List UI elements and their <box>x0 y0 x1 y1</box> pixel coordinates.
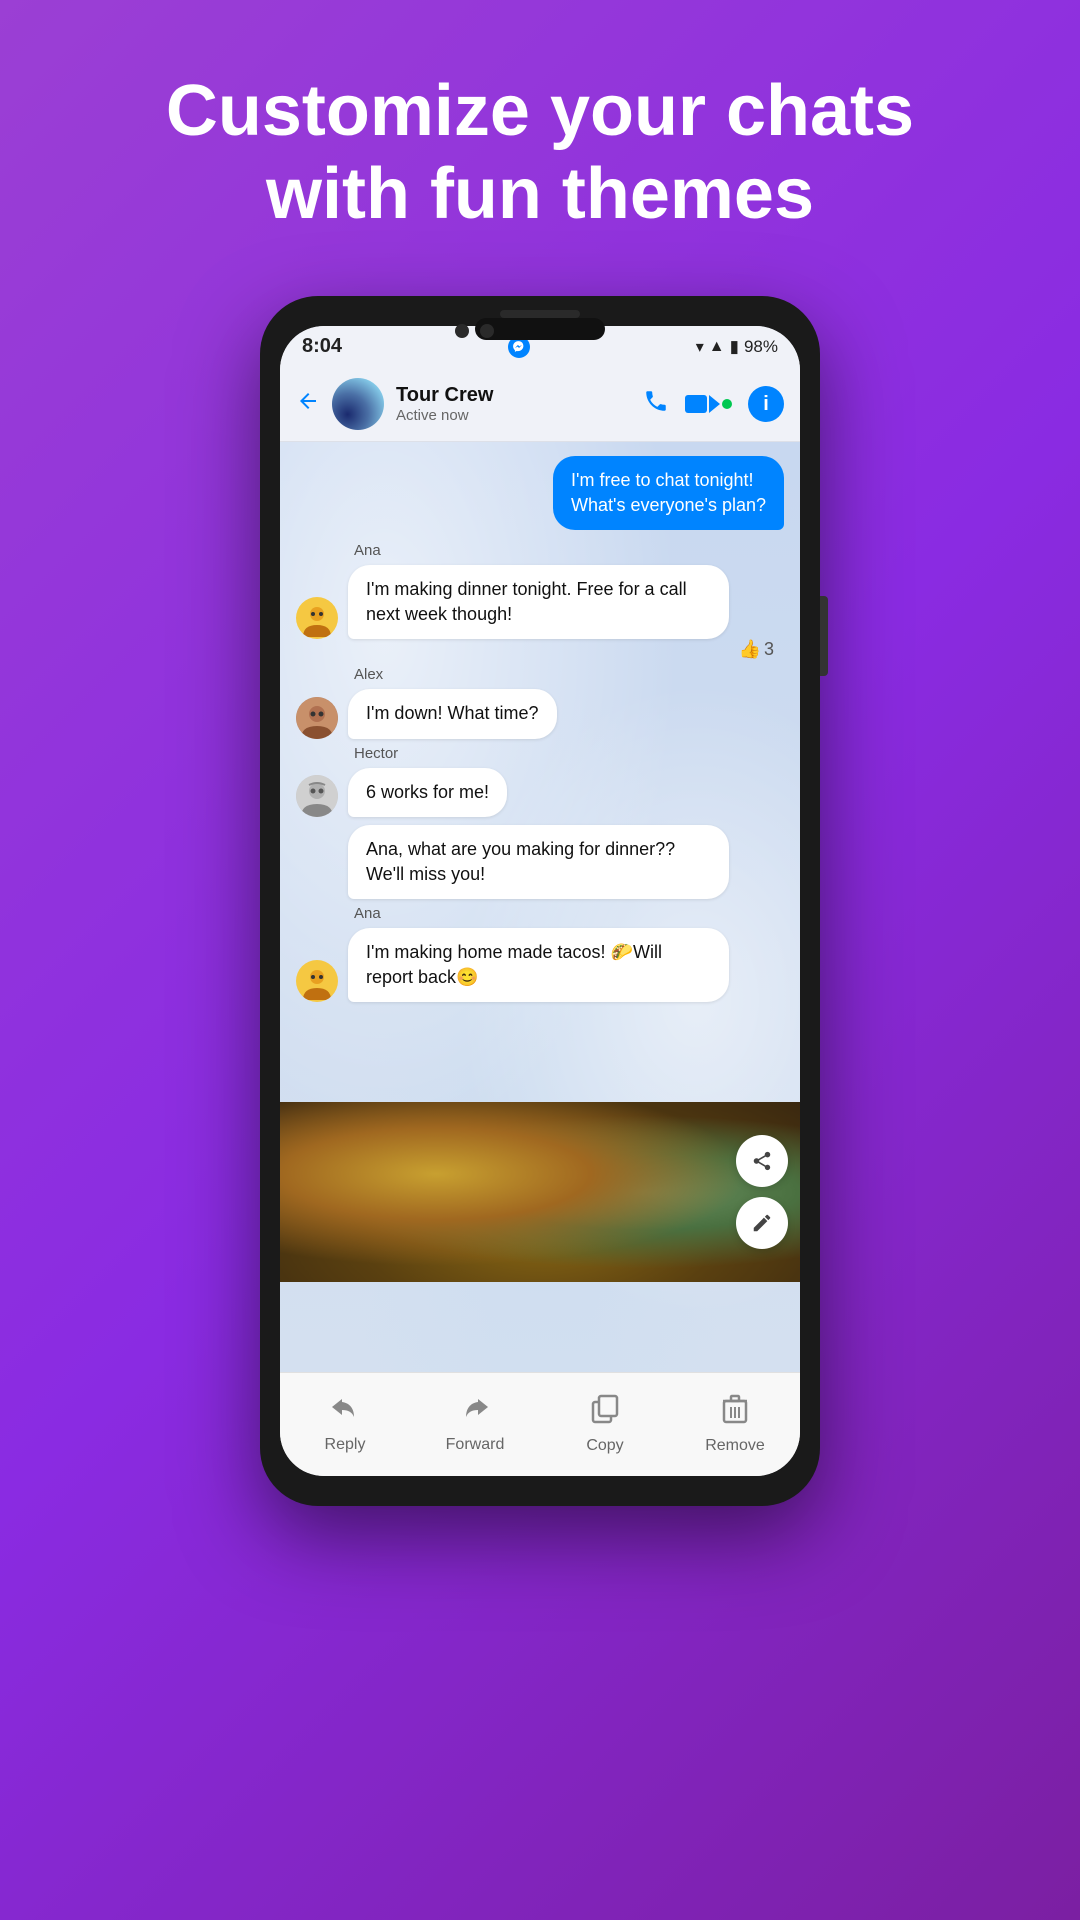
group-name: Tour Crew <box>396 384 631 407</box>
chat-messages: I'm free to chat tonight!What's everyone… <box>280 442 800 1017</box>
sender-name-hector: Hector <box>354 745 784 762</box>
header-actions: i <box>643 386 784 422</box>
header-info: Tour Crew Active now <box>396 384 631 424</box>
remove-label: Remove <box>705 1437 765 1455</box>
info-button[interactable]: i <box>748 386 784 422</box>
avatar-hector <box>296 775 338 817</box>
reaction-emoji: 👍 <box>739 639 761 660</box>
sender-name-ana2: Ana <box>354 905 784 922</box>
remove-icon <box>722 1394 748 1432</box>
headline: Customize your chats with fun themes <box>86 0 994 296</box>
wifi-icon: ▾ <box>696 337 704 357</box>
phone-speaker <box>500 310 580 318</box>
messenger-icon <box>508 336 530 358</box>
alex-message-row: I'm down! What time? <box>296 689 784 738</box>
avatar-alex <box>296 697 338 739</box>
ana-message-group: Ana I'm making dinner tonight. Free <box>296 542 784 660</box>
avatar-ana2 <box>296 960 338 1002</box>
reply-action[interactable]: Reply <box>305 1395 385 1454</box>
reply-label: Reply <box>325 1436 366 1454</box>
reply-icon <box>330 1395 360 1431</box>
edit-button[interactable] <box>736 1197 788 1249</box>
hector-message-group: Hector 6 works for <box>296 745 784 900</box>
forward-action[interactable]: Forward <box>435 1395 515 1454</box>
hector-message-text1: 6 works for me! <box>348 768 507 817</box>
food-photo-image <box>280 1102 800 1282</box>
status-bar: 8:04 ▾ ▲ ▮ 98% <box>280 326 800 368</box>
food-photo <box>280 1102 800 1282</box>
camera-right <box>480 324 494 338</box>
phone-screen: 8:04 ▾ ▲ ▮ 98% <box>280 326 800 1476</box>
share-button[interactable] <box>736 1135 788 1187</box>
side-actions <box>736 1135 788 1249</box>
ana-second-message-row: I'm making home made tacos! 🌮Will report… <box>296 928 784 1002</box>
status-time: 8:04 <box>302 335 342 358</box>
camera-left <box>455 324 469 338</box>
ana-message-row: I'm making dinner tonight. Free for a ca… <box>296 565 784 639</box>
video-call-button[interactable] <box>685 395 732 413</box>
chat-area: I'm free to chat tonight!What's everyone… <box>280 442 800 1372</box>
headline-line2: with fun themes <box>266 154 814 234</box>
status-icons <box>508 336 530 358</box>
signal-icon: ▲ <box>709 338 725 356</box>
bottom-action-bar: Reply Forward Copy <box>280 1372 800 1476</box>
ana-second-message-text: I'm making home made tacos! 🌮Will report… <box>348 928 729 1002</box>
forward-icon <box>460 1395 490 1431</box>
sender-name-alex: Alex <box>354 666 784 683</box>
outgoing-message: I'm free to chat tonight!What's everyone… <box>553 456 784 530</box>
chat-header: Tour Crew Active now i <box>280 368 800 442</box>
ana-second-message-group: Ana I'm making home made tacos! 🌮Wi <box>296 905 784 1002</box>
copy-action[interactable]: Copy <box>565 1394 645 1455</box>
headline-line1: Customize your chats <box>166 71 914 151</box>
status-right: ▾ ▲ ▮ 98% <box>696 337 778 357</box>
copy-label: Copy <box>586 1437 623 1455</box>
outgoing-message-row: I'm free to chat tonight!What's everyone… <box>296 456 784 530</box>
copy-icon <box>591 1394 619 1432</box>
battery-level: 98% <box>744 337 778 357</box>
hector-message-text2: Ana, what are you making for dinner?? We… <box>348 825 729 899</box>
ana-message-text: I'm making dinner tonight. Free for a ca… <box>348 565 729 639</box>
avatar-ana <box>296 597 338 639</box>
reaction-row: 👍 3 <box>296 639 774 660</box>
hector-message-row1: 6 works for me! <box>296 768 784 817</box>
phone-shell: 8:04 ▾ ▲ ▮ 98% <box>260 296 820 1506</box>
sender-name-ana: Ana <box>354 542 784 559</box>
group-status: Active now <box>396 407 631 424</box>
forward-label: Forward <box>446 1436 505 1454</box>
back-button[interactable] <box>296 389 320 420</box>
hector-message-row2: Ana, what are you making for dinner?? We… <box>296 825 784 899</box>
group-avatar[interactable] <box>332 378 384 430</box>
alex-message-text: I'm down! What time? <box>348 689 557 738</box>
battery-icon: ▮ <box>730 337 739 357</box>
phone-call-button[interactable] <box>643 388 669 421</box>
side-button-right <box>820 596 828 676</box>
remove-action[interactable]: Remove <box>695 1394 775 1455</box>
alex-message-group: Alex I'm down! What time? <box>296 666 784 738</box>
reaction-count: 3 <box>764 639 774 660</box>
